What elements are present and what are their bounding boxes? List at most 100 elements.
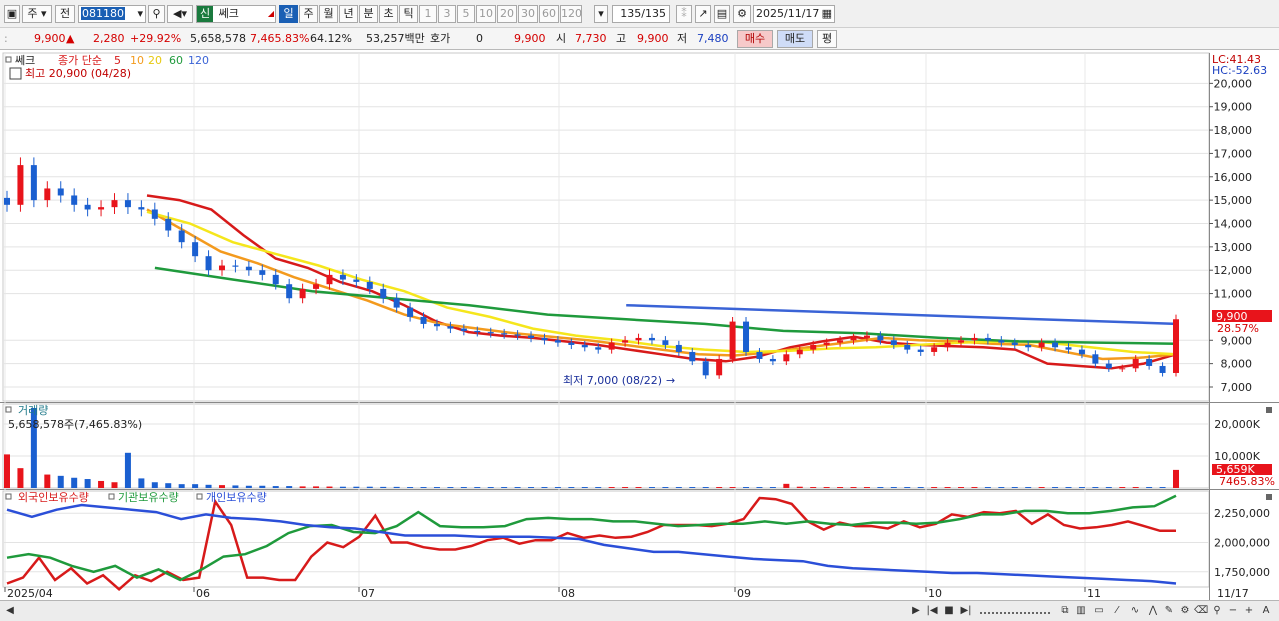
- chart-tool-icon[interactable]: ↗: [695, 5, 711, 23]
- sell-button[interactable]: 매도: [777, 30, 813, 48]
- interval-button-1[interactable]: 3: [438, 5, 456, 23]
- panel-handle-icon[interactable]: [108, 493, 115, 500]
- volume-bar: [904, 487, 911, 488]
- period-button-3[interactable]: 년: [339, 5, 358, 23]
- panel-handle-icon[interactable]: [196, 493, 203, 500]
- stock-name-field[interactable]: 신 쎄크 ◢: [196, 5, 276, 23]
- interval-button-2[interactable]: 5: [457, 5, 475, 23]
- volume-bar: [863, 487, 870, 488]
- candle-body: [877, 335, 884, 341]
- volume-bar: [662, 487, 669, 488]
- interval-button-6[interactable]: 60: [539, 5, 559, 23]
- volume-bar: [729, 487, 736, 488]
- candle-body: [595, 347, 602, 350]
- scroll-right-icon[interactable]: ▶: [910, 604, 922, 618]
- turnover-rate: 64.12%: [310, 32, 352, 45]
- period-button-1[interactable]: 주: [299, 5, 318, 23]
- chart-type-icon[interactable]: ▭: [1092, 604, 1106, 618]
- interval-button-0[interactable]: 1: [419, 5, 437, 23]
- candle-body: [192, 242, 199, 257]
- layout-icon[interactable]: ▥: [1074, 604, 1088, 618]
- price-tick-label: 11,000: [1214, 288, 1253, 301]
- volume-bar: [286, 486, 293, 488]
- chevron-down-icon[interactable]: ▾: [594, 5, 608, 23]
- prefix-select[interactable]: 전: [55, 5, 75, 23]
- window-icon[interactable]: ▣: [4, 5, 20, 23]
- eval-button[interactable]: 평: [817, 30, 837, 48]
- horizontal-scrollbar[interactable]: ◀ ▶ |◀ ■ ▶| ⧉ ▥ ▭ ⁄ ∿ ⋀ ✎ ⚙ ⌫ ⚲ − + A: [0, 600, 1279, 621]
- interval-button-5[interactable]: 30: [518, 5, 538, 23]
- candle-body: [998, 340, 1005, 343]
- market-select[interactable]: 주 ▾: [22, 5, 52, 23]
- copy-icon[interactable]: ⧉: [1058, 604, 1072, 618]
- candle-body: [1105, 363, 1112, 369]
- volume-bar: [111, 482, 118, 488]
- candle-body: [743, 321, 750, 352]
- speaker-icon[interactable]: ◀▾: [167, 5, 193, 23]
- candle-body: [850, 337, 857, 341]
- trade-amount: 53,257백만: [366, 32, 425, 45]
- panel-handle-icon[interactable]: [5, 56, 12, 63]
- zoom-slider[interactable]: [980, 604, 1050, 614]
- candle-body: [837, 340, 844, 343]
- interval-button-7[interactable]: 120: [560, 5, 582, 23]
- volume-bar: [71, 477, 78, 488]
- volume-bar: [595, 487, 602, 488]
- jump-end-icon[interactable]: ▶|: [959, 604, 973, 618]
- volume-bar: [124, 452, 131, 488]
- stop-icon[interactable]: ■: [942, 604, 956, 618]
- plus-icon[interactable]: +: [1243, 604, 1255, 618]
- panel-handle-icon[interactable]: [5, 493, 12, 500]
- zoom-icon[interactable]: ⚲: [1210, 604, 1224, 618]
- count-field[interactable]: 135/135: [612, 5, 670, 23]
- candle-body: [541, 337, 548, 341]
- pen-icon[interactable]: ✎: [1162, 604, 1176, 618]
- hoga-price: 9,900: [514, 32, 546, 45]
- candle-body: [487, 332, 494, 334]
- period-button-5[interactable]: 초: [379, 5, 398, 23]
- candle-body: [1173, 319, 1179, 373]
- panel-close-icon[interactable]: [1266, 494, 1272, 500]
- quote-bar: : 9,900 ▲ 2,280 +29.92% 5,658,578 7,465.…: [0, 28, 1279, 50]
- gear-icon[interactable]: ⚙: [733, 5, 751, 23]
- volume-bar: [1092, 487, 1099, 488]
- stock-chart[interactable]: 20,000 19,000 18,000 17,000 16,000 15,000 14,0…: [0, 50, 1279, 600]
- volume-bar: [487, 487, 494, 488]
- candle-body: [823, 342, 830, 345]
- calendar-icon[interactable]: [9, 67, 22, 80]
- period-button-4[interactable]: 분: [359, 5, 378, 23]
- volume-bar: [433, 487, 440, 488]
- panel-handle-icon[interactable]: [5, 406, 12, 413]
- trend-tool-icon[interactable]: ⋀: [1146, 604, 1160, 618]
- period-button-0[interactable]: 일: [279, 5, 298, 23]
- settings-icon[interactable]: ⚙: [1178, 604, 1192, 618]
- text-tool-icon[interactable]: A: [1259, 604, 1273, 618]
- candle-body: [796, 349, 803, 355]
- jump-start-icon[interactable]: |◀: [925, 604, 939, 618]
- save-icon[interactable]: ▤: [714, 5, 730, 23]
- buy-button[interactable]: 매수: [737, 30, 773, 48]
- draw-tool-icon[interactable]: ∿: [1128, 604, 1142, 618]
- volume-bar: [218, 485, 225, 488]
- candle-body: [528, 335, 535, 338]
- code-input[interactable]: 081180 ▾: [78, 5, 146, 23]
- search-icon[interactable]: ⚲: [148, 5, 165, 23]
- quote-bar-handle: :: [4, 32, 8, 45]
- draw-line-icon[interactable]: ⁄: [1110, 604, 1124, 618]
- interval-button-3[interactable]: 10: [476, 5, 496, 23]
- period-button-2[interactable]: 월: [319, 5, 338, 23]
- candle-body: [44, 188, 51, 201]
- date-field[interactable]: 2025/11/17 ▦: [753, 5, 835, 23]
- hoga-label: 호가: [430, 32, 451, 45]
- erase-icon[interactable]: ⌫: [1194, 604, 1208, 618]
- panel-close-icon[interactable]: [1266, 407, 1272, 413]
- low-note: 최저 7,000 (08/22): [563, 374, 662, 387]
- candle-body: [635, 337, 642, 341]
- minus-icon[interactable]: −: [1227, 604, 1239, 618]
- volume-bar: [837, 487, 844, 488]
- interval-button-4[interactable]: 20: [497, 5, 517, 23]
- period-button-6[interactable]: 틱: [399, 5, 418, 23]
- link-icon[interactable]: ⁑: [676, 5, 692, 23]
- scroll-left-icon[interactable]: ◀: [4, 604, 16, 618]
- volume-bar: [1038, 487, 1045, 488]
